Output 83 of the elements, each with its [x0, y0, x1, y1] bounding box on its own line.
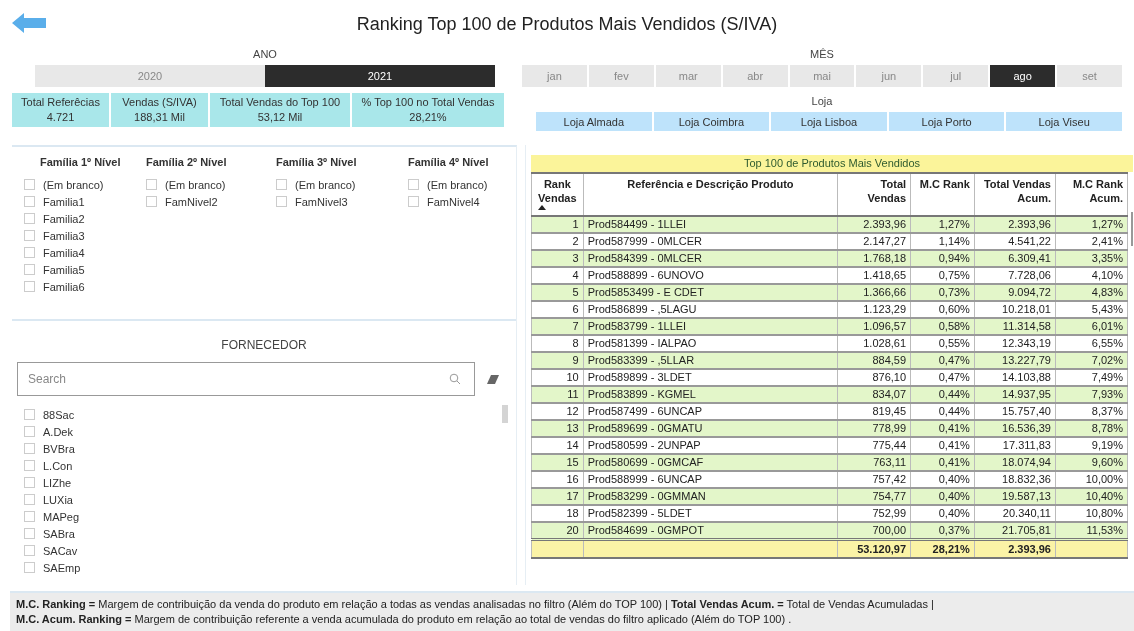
year-button[interactable]: 2021	[265, 65, 495, 87]
checkbox[interactable]	[24, 264, 35, 275]
checkbox[interactable]	[24, 179, 35, 190]
checkbox[interactable]	[24, 196, 35, 207]
checkbox[interactable]	[24, 494, 35, 505]
checkbox[interactable]	[24, 247, 35, 258]
checkbox[interactable]	[408, 179, 419, 190]
checkbox[interactable]	[276, 196, 287, 207]
kpi-value: 28,21%	[409, 110, 447, 125]
footer-note: M.C. Acum. Ranking = Margem de contribuição referente a venda acumulada do produto em relação ao total de vendas do filtro aplicado (Além do TOP 100) .	[16, 612, 793, 627]
filter-title: Família 1º Nível	[40, 156, 122, 170]
kpi-value: 4.721	[46, 110, 75, 125]
store-button[interactable]: Loja Porto	[888, 112, 1005, 131]
checkbox[interactable]	[24, 409, 35, 420]
store-label: Loja	[810, 94, 834, 109]
kpi-label: Total Referêcias	[21, 95, 100, 110]
checkbox-label[interactable]: (Em branco)	[43, 178, 104, 191]
checkbox-label[interactable]: MAPeg	[43, 510, 80, 523]
checkbox-label[interactable]: Familia6	[43, 280, 85, 293]
checkbox[interactable]	[146, 196, 157, 207]
total-cell: 28,21%	[932, 542, 970, 555]
checkbox[interactable]	[24, 443, 35, 454]
store-button[interactable]: Loja Lisboa	[771, 112, 887, 131]
checkbox-label[interactable]: Familia3	[43, 229, 85, 242]
filter-title: Família 2º Nível	[146, 156, 228, 170]
checkbox-label[interactable]: Familia4	[43, 246, 85, 259]
store-button[interactable]: Loja Almada	[536, 112, 652, 131]
checkbox-label[interactable]: (Em branco)	[295, 178, 356, 191]
page-title: Ranking Top 100 de Produtos Mais Vendidos (S/IVA)	[355, 12, 779, 35]
checkbox-label[interactable]: Familia5	[43, 263, 85, 276]
kpi-label: Total Vendas do Top 100	[219, 95, 341, 110]
checkbox[interactable]	[24, 230, 35, 241]
checkbox-label[interactable]: 88Sac	[43, 408, 75, 421]
filter-title: Família 3º Nível	[276, 156, 358, 170]
checkbox-label[interactable]: FamNivel2	[165, 195, 218, 208]
checkbox[interactable]	[408, 196, 419, 207]
table-title: Top 100 de Produtos Mais Vendidos	[531, 155, 1133, 172]
total-cell: 2.393,96	[1008, 542, 1051, 555]
checkbox-label[interactable]: (Em branco)	[427, 178, 488, 191]
checkbox[interactable]	[24, 562, 35, 573]
checkbox[interactable]	[24, 477, 35, 488]
checkbox[interactable]	[24, 213, 35, 224]
sort-ascending-icon[interactable]	[538, 205, 546, 210]
checkbox-label[interactable]: FamNivel4	[427, 195, 480, 208]
checkbox-label[interactable]: SABra	[43, 527, 75, 540]
search-field[interactable]: Search	[17, 362, 475, 396]
checkbox[interactable]	[24, 426, 35, 437]
checkbox-label[interactable]: Familia2	[43, 212, 85, 225]
checkbox-label[interactable]: SACav	[43, 544, 78, 557]
year-label: ANO	[252, 47, 278, 62]
checkbox[interactable]	[146, 179, 157, 190]
month-label: MÊS	[809, 47, 835, 62]
scrollbar-thumb[interactable]	[502, 405, 508, 423]
kpi-label: Vendas (S/IVA)	[122, 95, 197, 110]
kpi-value: 53,12 Mil	[257, 110, 303, 125]
eraser-icon[interactable]	[487, 374, 499, 384]
scrollbar-thumb[interactable]	[1131, 212, 1133, 246]
back-arrow-icon[interactable]	[12, 13, 46, 33]
checkbox[interactable]	[24, 511, 35, 522]
filter-title: Família 4º Nível	[408, 156, 490, 170]
search-icon	[449, 373, 461, 385]
checkbox-label[interactable]: SAEmp	[43, 561, 81, 574]
checkbox-label[interactable]: BVBra	[43, 442, 75, 455]
checkbox[interactable]	[276, 179, 287, 190]
month-button[interactable]: ago	[990, 65, 1056, 87]
checkbox-label[interactable]: (Em branco)	[165, 178, 226, 191]
checkbox[interactable]	[24, 281, 35, 292]
checkbox[interactable]	[24, 528, 35, 539]
footer-note: M.C. Ranking = Margem de contribuição da venda do produto em relação a todas as vendas analisadas no filtro (Além do TOP 100) | Total Vendas Acum. = Total de Vendas Acumuladas |	[16, 597, 935, 612]
checkbox[interactable]	[24, 460, 35, 471]
checkbox[interactable]	[24, 545, 35, 556]
supplier-title: FORNECEDOR	[220, 338, 308, 354]
checkbox-label[interactable]: FamNivel3	[295, 195, 348, 208]
store-button[interactable]: Loja Coimbra	[653, 112, 770, 131]
checkbox-label[interactable]: Familia1	[43, 195, 85, 208]
kpi-value: 188,31 Mil	[134, 110, 185, 125]
store-button[interactable]: Loja Viseu	[1006, 112, 1122, 131]
total-cell: 53.120,97	[857, 542, 907, 555]
checkbox-label[interactable]: L.Con	[43, 459, 73, 472]
checkbox-label[interactable]: LUXia	[43, 493, 73, 506]
checkbox-label[interactable]: LIZhe	[43, 476, 72, 489]
kpi-label: % Top 100 no Total Vendas	[361, 95, 495, 110]
checkbox-label[interactable]: A.Dek	[43, 425, 73, 438]
